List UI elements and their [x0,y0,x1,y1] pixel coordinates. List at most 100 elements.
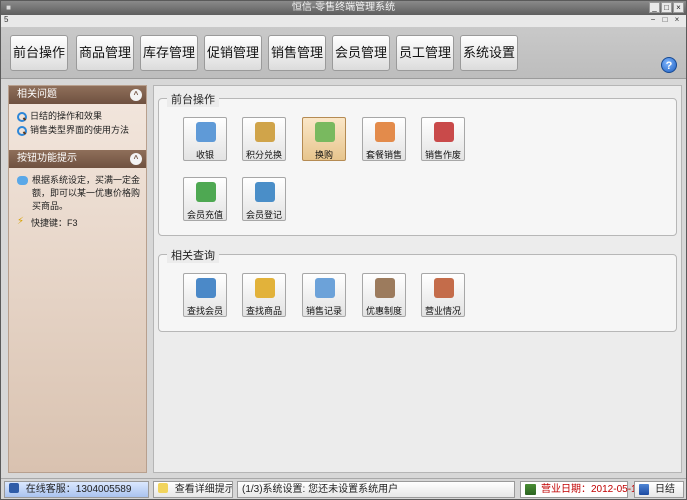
package-sale-label: 套餐销售 [365,150,402,160]
find-member-label: 查找会员 [186,306,223,316]
view-tip-button[interactable]: 查看详细提示 [153,481,233,498]
inner-window-controls: − □ × [648,15,682,25]
nav-product-management[interactable]: 商品管理 [76,35,134,71]
top-navigation: 前台操作 商品管理 库存管理 促销管理 销售管理 会员管理 员工管理 系统设置 … [1,27,686,79]
collapse-icon[interactable]: ^ [130,89,142,101]
related-query-title: 相关查询 [167,247,219,263]
member-topup-button[interactable]: 会员充值 [183,177,227,221]
points-icon [255,122,275,142]
find-product-label: 查找商品 [245,306,282,316]
business-status-label: 营业情况 [424,306,461,316]
online-service-item[interactable]: 在线客服：1304005589 [4,481,149,498]
nav-system-settings[interactable]: 系统设置 [460,35,518,71]
exchange-purchase-button[interactable]: 换购 [302,117,346,161]
main-panel: 前台操作 收银 积分兑换 换购 套餐销售 销售作废 会员充值 会员登记 相关查询… [153,85,682,473]
related-questions-list: 日结的操作和效果 销售类型界面的使用方法 [9,104,146,142]
void-sale-button[interactable]: 销售作废 [421,117,465,161]
related-question-item[interactable]: 日结的操作和效果 [17,110,140,123]
view-tip-text: 查看详细提示 [174,484,233,495]
calendar-void-icon [434,122,454,142]
checkout-label: 收银 [195,150,214,160]
clipboard-icon [375,278,395,298]
find-product-button[interactable]: 查找商品 [242,273,286,317]
maximize-button[interactable]: □ [661,2,672,13]
member-search-icon [196,278,216,298]
title-bar: ■ 恒信-零售终端管理系统 _ □ × [1,1,686,15]
exchange-purchase-label: 换购 [314,150,333,160]
package-sale-button[interactable]: 套餐销售 [362,117,406,161]
nav-front-operation[interactable]: 前台操作 [10,35,68,71]
nav-promotion-management[interactable]: 促销管理 [204,35,262,71]
sales-records-label: 销售记录 [305,306,342,316]
product-search-icon [255,278,275,298]
button-tips-header: 按钮功能提示 ^ [9,150,146,168]
discount-policy-label: 优惠制度 [365,306,402,316]
system-message-text: (1/3)系统设置: 您还未设置系统用户 [242,484,399,495]
business-date: 营业日期：2012-05-12 [520,481,642,498]
tip-description: 根据系统设定，买满一定金额，即可以某一优惠价格购买商品。 [17,174,140,213]
checkout-button[interactable]: 收银 [183,117,227,161]
menu-mark: 5 [4,15,9,24]
void-sale-label: 销售作废 [424,150,461,160]
main-window: ■ 恒信-零售终端管理系统 _ □ × 5 − □ × 前台操作 商品管理 库存… [0,0,687,500]
card-topup-icon [196,182,216,202]
online-service-text: 在线客服：1304005589 [25,484,132,495]
member-register-button[interactable]: 会员登记 [242,177,286,221]
search-icon [17,112,27,122]
inner-minimize-button[interactable]: − [648,15,658,25]
related-questions-title: 相关问题 [17,89,57,100]
cash-register-icon [196,122,216,142]
package-icon [375,122,395,142]
status-bar: 在线客服：1304005589 查看详细提示 (1/3)系统设置: 您还未设置系… [1,478,686,499]
points-exchange-button[interactable]: 积分兑换 [242,117,286,161]
menu-bar: 5 − □ × [1,15,686,27]
customer-service-icon [9,483,19,493]
points-exchange-label: 积分兑换 [245,150,282,160]
tip-text: 根据系统设定，买满一定金额，即可以某一优惠价格购买商品。 [32,175,141,211]
lightbulb-icon [158,483,168,493]
nav-member-management[interactable]: 会员管理 [332,35,390,71]
inner-close-button[interactable]: × [672,15,682,25]
front-operations-group: 前台操作 收银 积分兑换 换购 套餐销售 销售作废 会员充值 会员登记 [158,91,677,236]
related-question-item[interactable]: 销售类型界面的使用方法 [17,124,140,137]
lightning-icon: ⚡ [17,216,25,227]
search-icon [17,126,27,136]
member-topup-label: 会员充值 [186,210,223,220]
related-query-group: 相关查询 查找会员 查找商品 销售记录 优惠制度 营业情况 [158,247,677,332]
inner-restore-button[interactable]: □ [660,15,670,25]
help-icon[interactable]: ? [661,57,677,73]
records-icon [315,278,335,298]
close-button[interactable]: × [673,2,684,13]
button-tips-content: 根据系统设定，买满一定金额，即可以某一优惠价格购买商品。 ⚡ 快捷键：F3 [9,168,146,238]
nav-inventory-management[interactable]: 库存管理 [140,35,198,71]
member-card-icon [255,182,275,202]
business-status-button[interactable]: 营业情况 [421,273,465,317]
nav-staff-management[interactable]: 员工管理 [396,35,454,71]
button-tips-title: 按钮功能提示 [17,153,77,164]
find-member-button[interactable]: 查找会员 [183,273,227,317]
sales-records-button[interactable]: 销售记录 [302,273,346,317]
window-controls: _ □ × [649,2,684,13]
business-date-text: 营业日期：2012-05-12 [541,484,643,495]
related-questions-header: 相关问题 ^ [9,86,146,104]
daily-settlement-button[interactable]: 日结 [634,481,684,498]
discount-policy-button[interactable]: 优惠制度 [362,273,406,317]
shortcut-row: ⚡ 快捷键：F3 [17,217,140,230]
window-title: 恒信-零售终端管理系统 [291,2,396,13]
related-question-label: 日结的操作和效果 [30,111,103,121]
speech-bubble-icon [17,176,28,185]
collapse-icon[interactable]: ^ [130,153,142,165]
calendar-icon [525,484,536,495]
settlement-icon [639,484,649,495]
daily-settlement-text: 日结 [655,484,675,495]
shortcut-text: 快捷键：F3 [31,218,78,228]
minimize-button[interactable]: _ [649,2,660,13]
nav-sales-management[interactable]: 销售管理 [268,35,326,71]
system-message: (1/3)系统设置: 您还未设置系统用户 [237,481,515,498]
basket-add-icon [315,122,335,142]
front-operations-title: 前台操作 [167,91,219,107]
related-question-label: 销售类型界面的使用方法 [30,125,130,135]
member-register-label: 会员登记 [245,210,282,220]
sidebar: 相关问题 ^ 日结的操作和效果 销售类型界面的使用方法 按钮功能提示 ^ 根据系… [8,85,147,473]
report-icon [434,278,454,298]
